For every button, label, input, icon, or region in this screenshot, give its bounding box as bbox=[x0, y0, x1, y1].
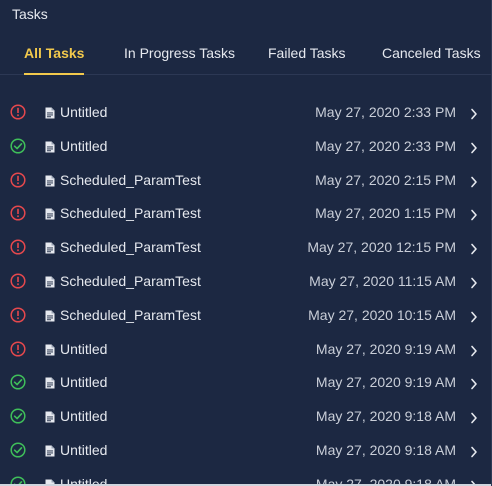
task-date: May 27, 2020 2:33 PM bbox=[315, 104, 456, 120]
tab-in-progress-tasks[interactable]: In Progress Tasks bbox=[124, 35, 235, 75]
success-icon bbox=[10, 374, 26, 390]
task-name: Scheduled_ParamTest bbox=[60, 239, 201, 256]
task-name: Untitled bbox=[60, 340, 108, 357]
chevron-right-icon[interactable] bbox=[470, 242, 478, 255]
file-icon bbox=[45, 207, 55, 220]
success-icon bbox=[10, 408, 26, 424]
task-date: May 27, 2020 9:18 AM bbox=[315, 441, 456, 458]
file-icon bbox=[45, 343, 55, 356]
task-row[interactable]: Untitled May 27, 2020 9:19 AM bbox=[0, 366, 491, 400]
chevron-right-icon[interactable] bbox=[470, 310, 478, 323]
file-icon bbox=[45, 410, 55, 423]
error-icon bbox=[10, 273, 26, 289]
tab-all-tasks[interactable]: All Tasks bbox=[24, 35, 84, 75]
task-date: May 27, 2020 11:15 AM bbox=[309, 272, 456, 289]
file-icon bbox=[45, 241, 55, 254]
success-icon bbox=[10, 442, 26, 458]
file-icon bbox=[45, 376, 55, 389]
task-row[interactable]: Scheduled_ParamTest May 27, 2020 11:15 AM bbox=[0, 265, 491, 299]
file-icon bbox=[45, 275, 55, 288]
task-row[interactable]: Untitled May 27, 2020 9:18 AM bbox=[0, 400, 491, 434]
task-row[interactable]: Scheduled_ParamTest May 27, 2020 12:15 PM bbox=[0, 231, 491, 265]
tab-bar: All Tasks In Progress Tasks Failed Tasks… bbox=[0, 35, 491, 75]
error-icon bbox=[10, 341, 26, 357]
file-icon bbox=[45, 174, 55, 187]
chevron-right-icon[interactable] bbox=[470, 107, 478, 120]
task-date: May 27, 2020 1:15 PM bbox=[315, 205, 456, 222]
task-date: May 27, 2020 12:15 PM bbox=[307, 239, 456, 256]
task-row[interactable]: Untitled May 27, 2020 9:18 AM bbox=[0, 434, 491, 468]
task-list: Untitled May 27, 2020 2:33 PM Untitled May … bbox=[0, 96, 491, 486]
task-row[interactable]: Scheduled_ParamTest May 27, 2020 2:15 PM bbox=[0, 164, 491, 198]
task-name: Untitled bbox=[60, 104, 108, 120]
success-icon bbox=[10, 138, 26, 154]
chevron-right-icon[interactable] bbox=[470, 445, 478, 458]
error-icon bbox=[10, 239, 26, 255]
chevron-right-icon[interactable] bbox=[470, 411, 478, 424]
file-icon bbox=[45, 444, 55, 457]
task-date: May 27, 2020 2:33 PM bbox=[315, 137, 456, 154]
task-name: Untitled bbox=[60, 374, 108, 391]
task-name: Untitled bbox=[60, 441, 108, 458]
task-date: May 27, 2020 2:15 PM bbox=[315, 171, 456, 188]
error-icon bbox=[10, 307, 26, 323]
task-date: May 27, 2020 9:18 AM bbox=[315, 408, 456, 425]
task-row[interactable]: Scheduled_ParamTest May 27, 2020 10:15 AM bbox=[0, 299, 491, 333]
task-row[interactable]: Untitled May 27, 2020 9:19 AM bbox=[0, 333, 491, 367]
chevron-right-icon[interactable] bbox=[470, 208, 478, 221]
file-icon bbox=[45, 309, 55, 322]
file-icon bbox=[45, 106, 55, 119]
error-icon bbox=[10, 205, 26, 221]
task-name: Untitled bbox=[60, 408, 108, 425]
task-name: Untitled bbox=[60, 137, 108, 154]
task-row[interactable]: Scheduled_ParamTest May 27, 2020 1:15 PM bbox=[0, 197, 491, 231]
chevron-right-icon[interactable] bbox=[470, 141, 478, 154]
tasks-panel: Tasks All Tasks In Progress Tasks Failed… bbox=[0, 0, 492, 486]
task-row[interactable]: Untitled May 27, 2020 2:33 PM bbox=[0, 96, 491, 130]
task-name: Scheduled_ParamTest bbox=[60, 205, 201, 222]
panel-title: Tasks bbox=[12, 6, 48, 22]
chevron-right-icon[interactable] bbox=[470, 276, 478, 289]
task-date: May 27, 2020 9:19 AM bbox=[315, 340, 456, 357]
tab-failed-tasks[interactable]: Failed Tasks bbox=[268, 35, 346, 75]
error-icon bbox=[10, 104, 26, 120]
tab-canceled-tasks[interactable]: Canceled Tasks bbox=[382, 35, 481, 75]
task-name: Scheduled_ParamTest bbox=[60, 171, 201, 188]
error-icon bbox=[10, 172, 26, 188]
task-row[interactable]: Untitled May 27, 2020 2:33 PM bbox=[0, 130, 491, 164]
task-date: May 27, 2020 9:19 AM bbox=[315, 374, 456, 391]
chevron-right-icon[interactable] bbox=[470, 175, 478, 187]
task-name: Scheduled_ParamTest bbox=[60, 272, 201, 289]
task-date: May 27, 2020 10:15 AM bbox=[308, 306, 456, 323]
task-name: Scheduled_ParamTest bbox=[60, 306, 201, 323]
chevron-right-icon[interactable] bbox=[470, 344, 478, 356]
file-icon bbox=[45, 140, 55, 153]
chevron-right-icon[interactable] bbox=[470, 377, 478, 390]
